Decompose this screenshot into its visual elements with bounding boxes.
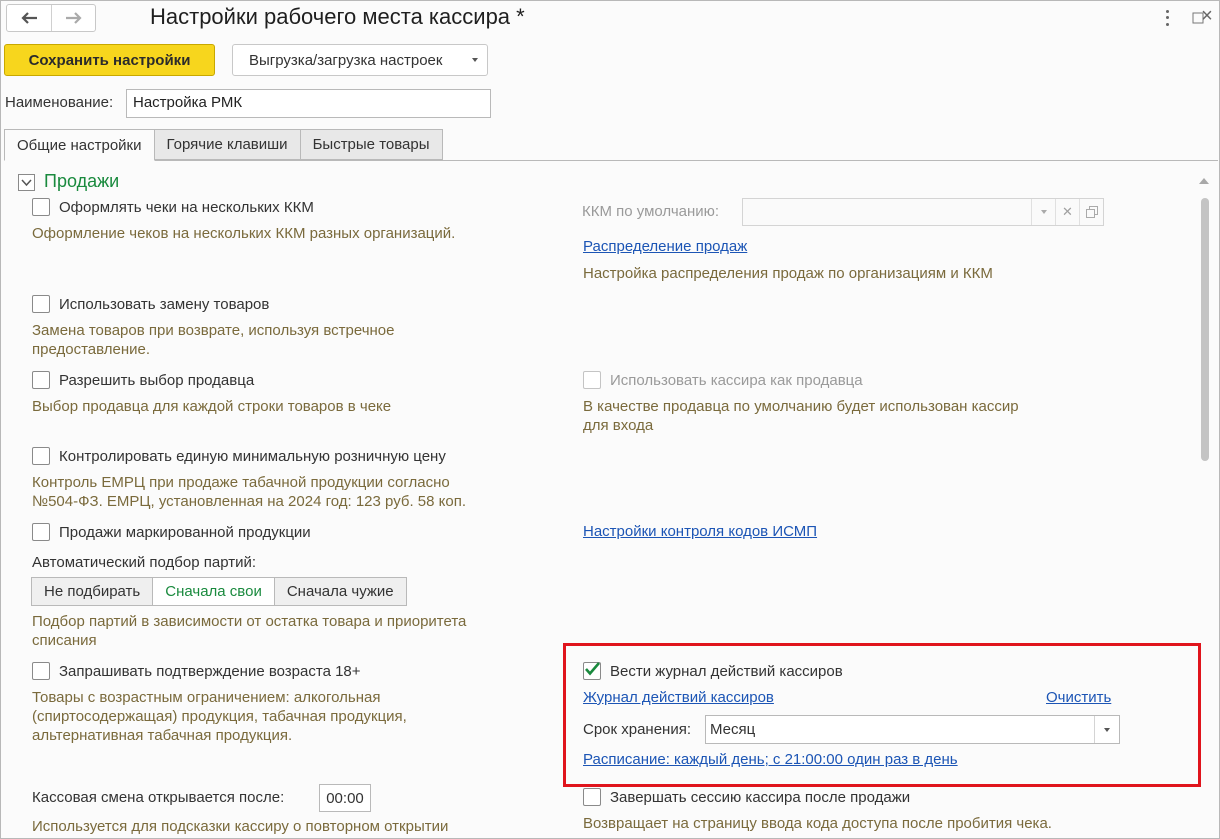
min-price-row: Контролировать единую минимальную рознич… <box>32 447 446 465</box>
section-collapse-toggle[interactable] <box>18 174 35 191</box>
tab-hotkeys[interactable]: Горячие клавиши <box>153 129 301 160</box>
save-settings-button[interactable]: Сохранить настройки <box>4 44 215 76</box>
chevron-down-icon <box>21 179 32 187</box>
scroll-up-icon[interactable] <box>1199 178 1209 184</box>
upload-download-settings-button[interactable]: Выгрузка/загрузка настроек <box>232 44 488 76</box>
journal-row: Вести журнал действий кассиров <box>583 662 843 680</box>
shift-open-hint: Используется для подсказки кассиру о пов… <box>32 818 449 835</box>
arrow-left-icon <box>21 12 37 24</box>
end-session-row: Завершать сессию кассира после продажи <box>583 788 910 806</box>
marked-goods-checkbox[interactable] <box>32 523 50 541</box>
default-kkm-input[interactable]: ✕ <box>742 198 1104 226</box>
batch-selection-switch: Не подбирать Сначала свои Сначала чужие <box>31 577 407 606</box>
sales-distribution-hint: Настройка распределения продаж по органи… <box>583 265 993 282</box>
default-kkm-value <box>743 199 1031 225</box>
age-confirm-label: Запрашивать подтверждение возраста 18+ <box>59 662 361 680</box>
batch-option-own-first[interactable]: Сначала свои <box>152 577 275 606</box>
age-confirm-row: Запрашивать подтверждение возраста 18+ <box>32 662 361 680</box>
dropdown-arrow-icon <box>472 58 478 62</box>
batch-option-others-first[interactable]: Сначала чужие <box>273 577 407 606</box>
tab-general[interactable]: Общие настройки <box>4 129 155 161</box>
close-icon[interactable]: × <box>1197 5 1217 27</box>
chevron-down-icon[interactable] <box>1094 716 1119 743</box>
min-price-hint-line2: №504-ФЗ. ЕМРЦ, установленная на 2024 год… <box>32 493 467 510</box>
cashier-as-seller-hint-line2: для входа <box>583 417 654 434</box>
batch-option-none[interactable]: Не подбирать <box>31 577 154 606</box>
dropdown-button[interactable] <box>1031 199 1055 225</box>
journal-label: Вести журнал действий кассиров <box>610 662 843 680</box>
clear-journal-link[interactable]: Очистить <box>1046 689 1111 706</box>
tab-quick-goods[interactable]: Быстрые товары <box>299 129 443 160</box>
back-button[interactable] <box>7 5 51 31</box>
journal-checkbox[interactable] <box>583 662 601 680</box>
replace-goods-checkbox[interactable] <box>32 295 50 313</box>
multi-kkm-row: Оформлять чеки на нескольких ККМ <box>32 198 314 216</box>
min-price-checkbox[interactable] <box>32 447 50 465</box>
sales-distribution-link[interactable]: Распределение продаж <box>583 238 747 255</box>
age-confirm-hint-line2: (спиртосодержащая) продукция, табачная п… <box>32 708 407 725</box>
replace-goods-hint-line1: Замена товаров при возврате, используя в… <box>32 322 395 339</box>
retention-label: Срок хранения: <box>583 721 692 738</box>
name-input[interactable]: Настройка РМК <box>126 89 491 118</box>
cashier-as-seller-checkbox[interactable] <box>583 371 601 389</box>
scrollbar-thumb[interactable] <box>1201 198 1209 461</box>
seller-choice-label: Разрешить выбор продавца <box>59 371 255 389</box>
more-vertical-icon[interactable] <box>1160 8 1174 28</box>
cashier-as-seller-row: Использовать кассира как продавца <box>583 371 863 389</box>
multi-kkm-hint: Оформление чеков на нескольких ККМ разны… <box>32 225 456 242</box>
history-nav <box>6 4 96 32</box>
age-confirm-checkbox[interactable] <box>32 662 50 680</box>
marked-goods-row: Продажи маркированной продукции <box>32 523 311 541</box>
arrow-right-icon <box>65 12 82 24</box>
seller-choice-row: Разрешить выбор продавца <box>32 371 254 389</box>
schedule-link[interactable]: Расписание: каждый день; с 21:00:00 один… <box>583 751 958 768</box>
seller-choice-checkbox[interactable] <box>32 371 50 389</box>
seller-choice-hint: Выбор продавца для каждой строки товаров… <box>32 398 392 415</box>
end-session-label: Завершать сессию кассира после продажи <box>610 788 911 806</box>
multi-kkm-checkbox[interactable] <box>32 198 50 216</box>
cashier-as-seller-hint-line1: В качестве продавца по умолчанию будет и… <box>583 398 1019 415</box>
checkmark-icon <box>585 662 600 676</box>
min-price-hint-line1: Контроль ЕМРЦ при продаже табачной проду… <box>32 474 450 491</box>
cashier-as-seller-label: Использовать кассира как продавца <box>610 371 863 389</box>
end-session-hint: Возвращает на страницу ввода кода доступ… <box>583 815 1052 832</box>
age-confirm-hint-line1: Товары с возрастным ограничением: алкого… <box>32 689 381 706</box>
age-confirm-hint-line3: альтернативная табачная продукция. <box>32 727 293 744</box>
multi-kkm-label: Оформлять чеки на нескольких ККМ <box>59 198 314 216</box>
shift-open-label: Кассовая смена открывается после: <box>32 789 285 806</box>
replace-goods-hint-line2: предоставление. <box>32 341 151 358</box>
journal-link[interactable]: Журнал действий кассиров <box>583 689 774 706</box>
replace-goods-label: Использовать замену товаров <box>59 295 270 313</box>
upload-download-label: Выгрузка/загрузка настроек <box>249 51 443 69</box>
replace-goods-row: Использовать замену товаров <box>32 295 269 313</box>
retention-value: Месяц <box>710 721 756 738</box>
min-price-label: Контролировать единую минимальную рознич… <box>59 447 446 465</box>
default-kkm-label: ККМ по умолчанию: <box>582 203 720 220</box>
name-label: Наименование: <box>5 94 114 111</box>
tab-bar: Общие настройки Горячие клавиши Быстрые … <box>4 129 443 161</box>
shift-open-time-input[interactable]: 00:00 <box>319 784 371 812</box>
open-icon[interactable] <box>1079 199 1103 225</box>
forward-button[interactable] <box>51 5 95 31</box>
clear-icon[interactable]: ✕ <box>1055 199 1079 225</box>
end-session-checkbox[interactable] <box>583 788 601 806</box>
marked-goods-label: Продажи маркированной продукции <box>59 523 311 541</box>
section-title: Продажи <box>44 171 120 191</box>
window-title: Настройки рабочего места кассира * <box>150 4 525 29</box>
batch-selection-hint-line2: списания <box>32 632 97 649</box>
batch-selection-label: Автоматический подбор партий: <box>32 554 257 571</box>
retention-select[interactable]: Месяц <box>705 715 1120 744</box>
batch-selection-hint-line1: Подбор партий в зависимости от остатка т… <box>32 613 467 630</box>
ismp-settings-link[interactable]: Настройки контроля кодов ИСМП <box>583 523 817 540</box>
